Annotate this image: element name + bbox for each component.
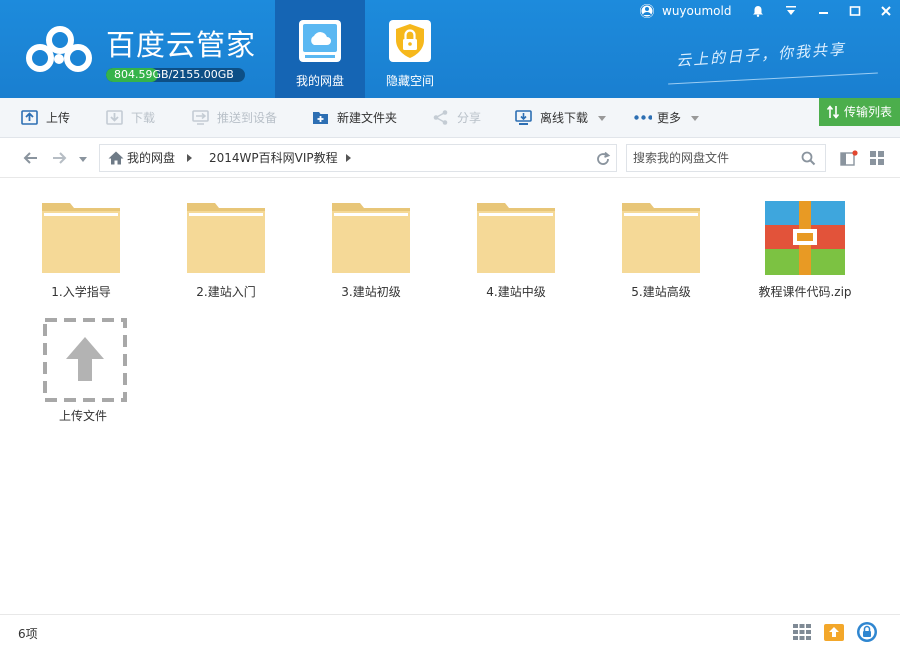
safe-lock-icon[interactable] [856, 621, 878, 643]
file-grid: 1.入学指导 2.建站入门 3.建站初级 4.建站中级 5.建站高级 教程课件代… [0, 179, 900, 614]
file-name: 5.建站高级 [631, 285, 691, 299]
breadcrumb-root[interactable]: 我的网盘 [127, 145, 175, 171]
file-item-folder[interactable]: 5.建站高级 [596, 179, 726, 299]
tab-hidden-space[interactable]: 隐藏空间 [365, 0, 455, 98]
tab-my-netdisk[interactable]: 我的网盘 [275, 0, 365, 98]
file-item-folder[interactable]: 4.建站中级 [451, 179, 581, 299]
download-icon [106, 110, 123, 125]
safe-lock-icon [389, 20, 431, 62]
storage-quota-bar: 804.59GB/2155.00GB [106, 68, 245, 82]
push-device-icon [192, 110, 209, 125]
history-dropdown-icon[interactable] [76, 148, 90, 168]
my-netdisk-icon [299, 20, 341, 62]
upload-label: 上传 [46, 111, 71, 125]
baidu-cloud-logo [26, 26, 92, 72]
search-input[interactable] [633, 149, 793, 167]
file-item-folder[interactable]: 2.建站入门 [161, 179, 291, 299]
tab-hidden-space-label: 隐藏空间 [385, 74, 434, 88]
file-item-folder[interactable]: 1.入学指导 [16, 179, 146, 299]
menu-dropdown-icon[interactable] [777, 0, 805, 22]
new-folder-button[interactable]: 新建文件夹 [312, 98, 397, 138]
upload-arrow-icon [43, 318, 127, 402]
file-name: 教程课件代码.zip [758, 285, 852, 299]
push-to-device-button[interactable]: 推送到设备 [192, 98, 277, 138]
notification-bell-icon[interactable] [744, 0, 772, 22]
upload-folder-icon[interactable] [824, 623, 844, 641]
maximize-icon[interactable] [841, 0, 869, 22]
slogan-text: 云上的日子，你我共享 [675, 40, 847, 70]
zip-archive-icon [765, 201, 845, 275]
storage-total: GB/2155.00GB [152, 68, 234, 81]
search-box [626, 144, 826, 172]
status-bar: 6项 [0, 614, 900, 647]
file-name: 3.建站初级 [341, 285, 401, 299]
breadcrumb: 我的网盘 2014WP百科网VIP教程 [99, 144, 617, 172]
refresh-icon[interactable] [595, 151, 611, 167]
offline-download-icon [515, 110, 532, 125]
slogan-underline [668, 72, 878, 85]
upload-file-tile[interactable]: 上传文件 [20, 297, 150, 423]
upload-button[interactable]: 上传 [21, 98, 70, 138]
upload-file-label: 上传文件 [58, 409, 107, 423]
more-label: 更多 [657, 111, 682, 125]
push-to-device-label: 推送到设备 [217, 111, 278, 125]
file-name: 4.建站中级 [486, 285, 546, 299]
breadcrumb-separator-icon[interactable] [187, 154, 192, 162]
close-icon[interactable] [872, 0, 900, 22]
download-label: 下载 [131, 111, 156, 125]
new-folder-icon [313, 112, 328, 124]
tab-my-netdisk-label: 我的网盘 [295, 74, 344, 88]
share-button[interactable]: 分享 [432, 98, 481, 138]
back-arrow-icon[interactable] [20, 148, 40, 168]
folder-icon [622, 203, 700, 273]
grid-icon[interactable] [792, 623, 812, 641]
folder-icon [42, 203, 120, 273]
search-icon[interactable] [801, 151, 816, 166]
storage-quota-text: 804.59GB/2155.00GB [106, 68, 245, 82]
user-avatar-icon[interactable] [640, 4, 654, 18]
forward-arrow-icon[interactable] [50, 148, 70, 168]
share-label: 分享 [457, 111, 482, 125]
more-dots-icon [634, 115, 652, 120]
minimize-icon[interactable] [810, 0, 838, 22]
user-bar: wuyoumold [632, 0, 900, 22]
file-name: 2.建站入门 [196, 285, 256, 299]
download-button[interactable]: 下载 [106, 98, 155, 138]
offline-download-button[interactable]: 离线下载 [515, 98, 607, 138]
brand-title: 百度云管家 [106, 28, 257, 62]
username[interactable]: wuyoumold [662, 4, 731, 18]
chevron-down-icon [598, 116, 607, 121]
more-button[interactable]: 更多 [632, 98, 700, 138]
share-icon [433, 110, 448, 125]
breadcrumb-separator-icon[interactable] [346, 154, 351, 162]
folder-icon [187, 203, 265, 273]
address-bar: 我的网盘 2014WP百科网VIP教程 [0, 138, 900, 178]
transfer-list-button[interactable]: 传输列表 [819, 98, 900, 126]
offline-download-label: 离线下载 [540, 111, 589, 125]
upload-icon [21, 110, 38, 125]
transfer-arrows-icon [827, 105, 839, 119]
folder-icon [332, 203, 410, 273]
new-folder-label: 新建文件夹 [337, 111, 398, 125]
toolbar: 上传 下载 推送到设备 新建文件夹 分享 离线下载 更多 传输列表 [0, 98, 900, 138]
file-item-zip[interactable]: 教程课件代码.zip [740, 179, 870, 299]
app-header: 百度云管家 804.59GB/2155.00GB 我的网盘 隐藏空间 云上的日子… [0, 0, 900, 98]
item-count: 6项 [18, 627, 38, 641]
transfer-list-label: 传输列表 [843, 105, 892, 119]
home-icon[interactable] [108, 151, 124, 165]
storage-used: 804.59 [114, 68, 153, 81]
chevron-down-icon [691, 116, 700, 121]
grid-view-icon[interactable] [870, 151, 885, 166]
folder-icon [477, 203, 555, 273]
breadcrumb-current[interactable]: 2014WP百科网VIP教程 [209, 145, 338, 171]
file-item-folder[interactable]: 3.建站初级 [306, 179, 436, 299]
layout-toggle-icon[interactable] [840, 150, 858, 166]
